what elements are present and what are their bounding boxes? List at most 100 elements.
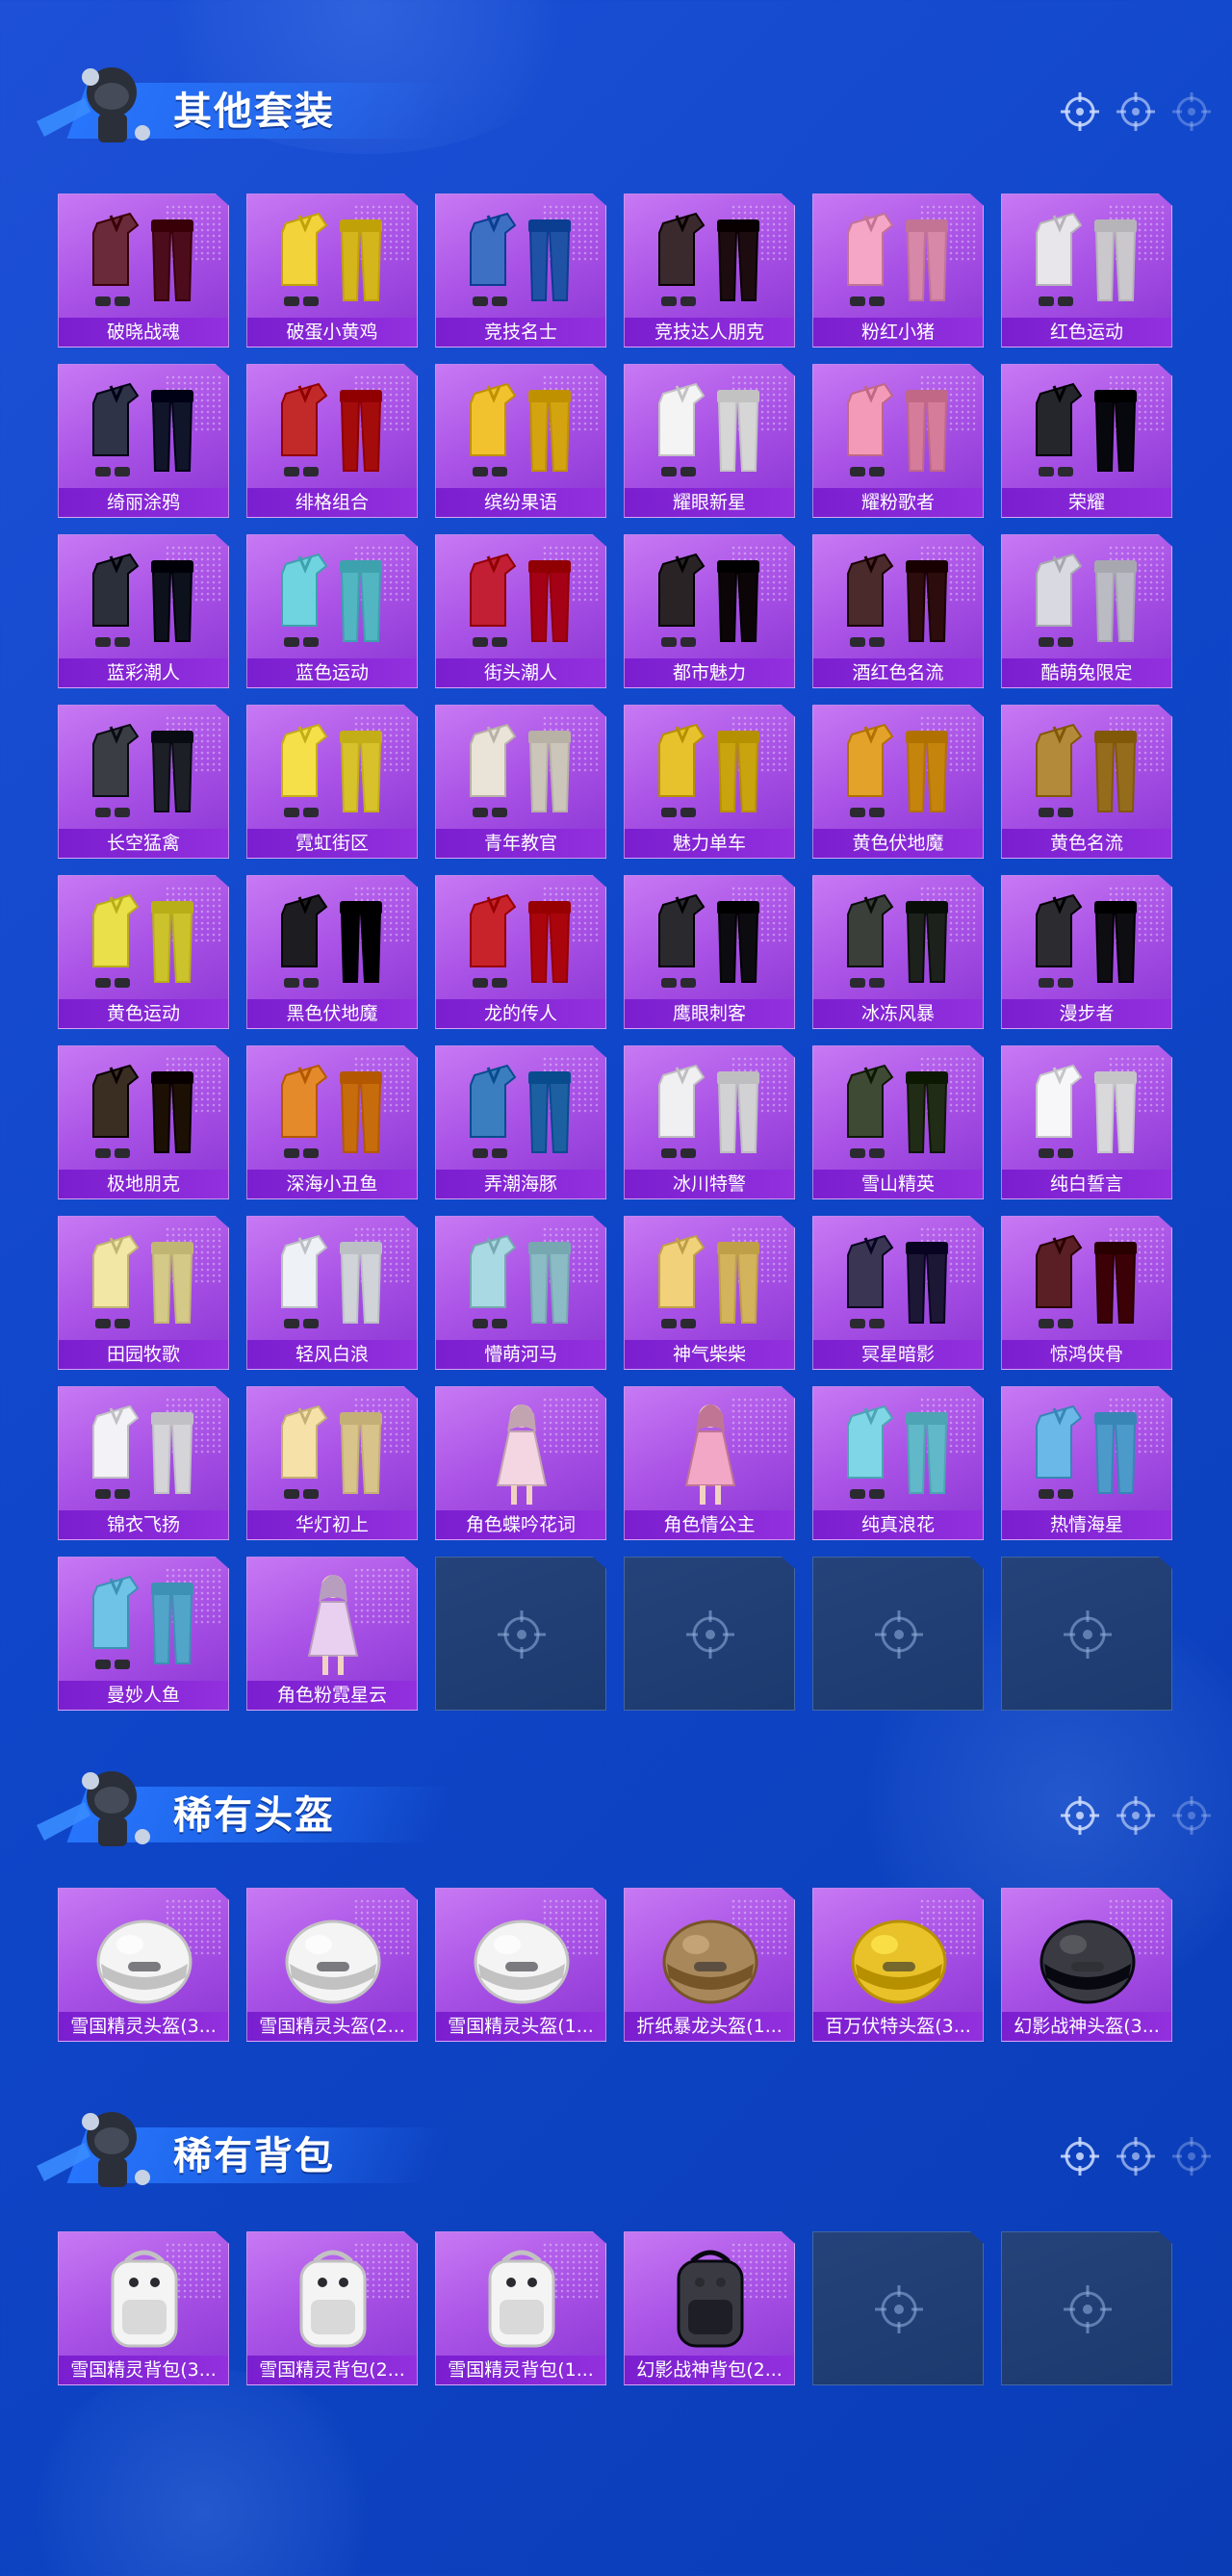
outfit-icon <box>847 723 948 817</box>
item-card[interactable]: 冥星暗影 <box>812 1216 984 1370</box>
item-card[interactable]: 神气柴柴 <box>624 1216 795 1370</box>
item-name-label: 角色粉霓星云 <box>247 1681 417 1710</box>
item-name-label: 雪国精灵背包(2... <box>247 2356 417 2384</box>
item-name-label: 雪国精灵头盔(2... <box>247 2012 417 2041</box>
item-card[interactable]: 魅力单车 <box>624 705 795 859</box>
item-card[interactable]: 绯格组合 <box>246 364 418 518</box>
item-card[interactable]: 青年教官 <box>435 705 606 859</box>
item-name-label: 街头潮人 <box>436 658 605 687</box>
item-card[interactable]: 弄潮海豚 <box>435 1045 606 1199</box>
crosshair-icon <box>498 1610 546 1659</box>
item-card[interactable]: 黄色运动 <box>58 875 229 1029</box>
outfit-icon <box>470 553 571 647</box>
item-name-label: 田园牧歌 <box>59 1340 228 1369</box>
item-card[interactable]: 轻风白浪 <box>246 1216 418 1370</box>
item-card[interactable]: 幻影战神头盔(3... <box>1001 1888 1172 2042</box>
item-name-label: 雪国精灵头盔(3... <box>59 2012 228 2041</box>
item-card[interactable]: 长空猛禽 <box>58 705 229 859</box>
item-card[interactable]: 懵萌河马 <box>435 1216 606 1370</box>
outfit-icon <box>281 1404 382 1499</box>
item-card[interactable]: 粉红小猪 <box>812 193 984 348</box>
item-card[interactable]: 都市魅力 <box>624 534 795 688</box>
item-card[interactable]: 幻影战神背包(2... <box>624 2231 795 2385</box>
item-card[interactable]: 荣耀 <box>1001 364 1172 518</box>
item-card[interactable]: 红色运动 <box>1001 193 1172 348</box>
item-name-label: 雪国精灵背包(1... <box>436 2356 605 2384</box>
item-card[interactable]: 深海小丑鱼 <box>246 1045 418 1199</box>
item-card[interactable]: 竞技名士 <box>435 193 606 348</box>
item-card[interactable]: 破晓战魂 <box>58 193 229 348</box>
item-card[interactable]: 蓝彩潮人 <box>58 534 229 688</box>
item-card[interactable]: 耀粉歌者 <box>812 364 984 518</box>
item-card[interactable]: 酷萌兔限定 <box>1001 534 1172 688</box>
item-card[interactable]: 纯真浪花 <box>812 1386 984 1540</box>
item-name-label: 霓虹街区 <box>247 829 417 858</box>
item-card[interactable]: 曼妙人鱼 <box>58 1557 229 1711</box>
item-card[interactable]: 鹰眼刺客 <box>624 875 795 1029</box>
item-card[interactable]: 田园牧歌 <box>58 1216 229 1370</box>
item-name-label: 轻风白浪 <box>247 1340 417 1369</box>
item-card[interactable]: 锦衣飞扬 <box>58 1386 229 1540</box>
item-grid: 雪国精灵背包(3... 雪国精灵背包(2... 雪国精灵背包(1... 幻影战神背包(… <box>58 2231 1172 2385</box>
item-card[interactable]: 缤纷果语 <box>435 364 606 518</box>
item-card[interactable]: 惊鸿侠骨 <box>1001 1216 1172 1370</box>
empty-slot <box>812 2231 984 2385</box>
item-card[interactable]: 极地朋克 <box>58 1045 229 1199</box>
backpack-icon <box>111 2250 178 2348</box>
item-card[interactable]: 华灯初上 <box>246 1386 418 1540</box>
helmet-icon <box>285 1919 381 2004</box>
item-name-label: 百万伏特头盔(3... <box>813 2012 983 2041</box>
item-card[interactable]: 冰川特警 <box>624 1045 795 1199</box>
section-rare-helmets: 稀有头盔 雪国精灵头盔(3... 雪国精灵头盔(2... 雪国精灵头盔(1... 折纸… <box>0 1758 1232 2075</box>
section-rare-backpacks: 稀有背包 雪国精灵背包(3... 雪国精灵背包(2... 雪国精灵背包(1... 幻影… <box>0 2099 1232 2416</box>
item-card[interactable]: 雪山精英 <box>812 1045 984 1199</box>
item-card[interactable]: 百万伏特头盔(3... <box>812 1888 984 2042</box>
outfit-icon <box>847 382 948 477</box>
item-card[interactable]: 角色蝶吟花词 <box>435 1386 606 1540</box>
item-card[interactable]: 耀眼新星 <box>624 364 795 518</box>
item-card[interactable]: 雪国精灵头盔(3... <box>58 1888 229 2042</box>
item-name-label: 雪国精灵头盔(1... <box>436 2012 605 2041</box>
item-card[interactable]: 雪国精灵背包(2... <box>246 2231 418 2385</box>
item-card[interactable]: 热情海星 <box>1001 1386 1172 1540</box>
item-card[interactable]: 蓝色运动 <box>246 534 418 688</box>
outfit-icon <box>658 723 759 817</box>
item-card[interactable]: 黑色伏地魔 <box>246 875 418 1029</box>
item-card[interactable]: 酒红色名流 <box>812 534 984 688</box>
backpack-icon <box>677 2250 744 2348</box>
item-card[interactable]: 漫步者 <box>1001 875 1172 1029</box>
outfit-icon <box>658 553 759 647</box>
item-card[interactable]: 破蛋小黄鸡 <box>246 193 418 348</box>
item-card[interactable]: 黄色名流 <box>1001 705 1172 859</box>
item-card[interactable]: 雪国精灵头盔(1... <box>435 1888 606 2042</box>
item-name-label: 酷萌兔限定 <box>1002 658 1171 687</box>
section-other-outfits: 其他套装 破晓战魂 破蛋小黄鸡 竞技名士 竞技达人朋克 粉红小猪 红色运动 绮丽涂鸦 绯格组合… <box>0 54 1232 1711</box>
item-name-label: 魅力单车 <box>625 829 794 858</box>
item-card[interactable]: 纯白誓言 <box>1001 1045 1172 1199</box>
item-name-label: 纯真浪花 <box>813 1510 983 1539</box>
item-card[interactable]: 街头潮人 <box>435 534 606 688</box>
empty-slot <box>1001 1557 1172 1711</box>
item-name-label: 破蛋小黄鸡 <box>247 318 417 347</box>
outfit-icon <box>92 1575 193 1669</box>
outfit-icon <box>1036 212 1137 306</box>
item-card[interactable]: 雪国精灵背包(3... <box>58 2231 229 2385</box>
item-name-label: 青年教官 <box>436 829 605 858</box>
item-card[interactable]: 雪国精灵背包(1... <box>435 2231 606 2385</box>
item-card[interactable]: 霓虹街区 <box>246 705 418 859</box>
item-card[interactable]: 绮丽涂鸦 <box>58 364 229 518</box>
item-card[interactable]: 黄色伏地魔 <box>812 705 984 859</box>
item-name-label: 鹰眼刺客 <box>625 999 794 1028</box>
outfit-icon <box>847 1404 948 1499</box>
outfit-icon <box>281 553 382 647</box>
item-card[interactable]: 角色粉霓星云 <box>246 1557 418 1711</box>
item-card[interactable]: 冰冻风暴 <box>812 875 984 1029</box>
item-card[interactable]: 竞技达人朋克 <box>624 193 795 348</box>
helmet-icon <box>96 1919 192 2004</box>
item-card[interactable]: 角色情公主 <box>624 1386 795 1540</box>
item-card[interactable]: 雪国精灵头盔(2... <box>246 1888 418 2042</box>
item-name-label: 锦衣飞扬 <box>59 1510 228 1539</box>
item-card[interactable]: 龙的传人 <box>435 875 606 1029</box>
item-name-label: 冰冻风暴 <box>813 999 983 1028</box>
item-card[interactable]: 折纸暴龙头盔(1... <box>624 1888 795 2042</box>
